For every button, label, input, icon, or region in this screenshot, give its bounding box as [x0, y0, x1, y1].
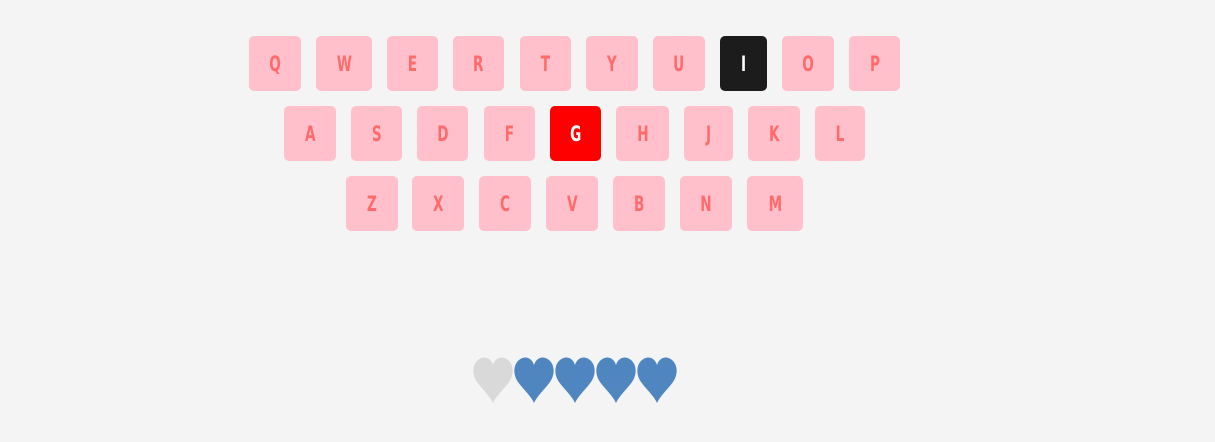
- key-j[interactable]: J: [684, 106, 733, 161]
- key-h[interactable]: H: [616, 106, 669, 161]
- key-label: E: [407, 51, 418, 76]
- hangman-game: Q W E R T Y U I O P A S D F G H J K L Z X C V B N M: [0, 0, 1215, 442]
- key-x[interactable]: X: [412, 176, 464, 231]
- key-v[interactable]: V: [546, 176, 598, 231]
- key-c[interactable]: C: [479, 176, 531, 231]
- key-label: N: [700, 191, 712, 216]
- key-label: H: [636, 121, 649, 146]
- key-i[interactable]: I: [720, 36, 767, 91]
- key-b[interactable]: B: [613, 176, 665, 231]
- key-s[interactable]: S: [351, 106, 402, 161]
- key-k[interactable]: K: [748, 106, 800, 161]
- key-label: U: [673, 51, 685, 76]
- key-label: P: [869, 51, 880, 76]
- heart-icon-lost: [472, 356, 514, 404]
- key-label: W: [336, 51, 352, 76]
- key-z[interactable]: Z: [346, 176, 398, 231]
- key-label: X: [432, 191, 444, 216]
- key-t[interactable]: T: [520, 36, 571, 91]
- key-label: V: [566, 191, 578, 216]
- key-label: F: [504, 121, 515, 146]
- key-label: J: [705, 121, 712, 146]
- heart-icon: [513, 356, 555, 404]
- key-r[interactable]: R: [453, 36, 504, 91]
- heart-icon: [595, 356, 637, 404]
- key-o[interactable]: O: [782, 36, 834, 91]
- heart-icon: [636, 356, 678, 404]
- key-label: S: [371, 121, 382, 146]
- key-u[interactable]: U: [653, 36, 705, 91]
- key-q[interactable]: Q: [249, 36, 301, 91]
- key-label: M: [768, 191, 782, 216]
- key-y[interactable]: Y: [586, 36, 638, 91]
- key-label: L: [835, 121, 845, 146]
- key-g[interactable]: G: [550, 106, 601, 161]
- key-label: T: [540, 51, 551, 76]
- key-label: K: [768, 121, 780, 146]
- key-l[interactable]: L: [815, 106, 865, 161]
- key-label: Q: [269, 51, 281, 76]
- key-d[interactable]: D: [417, 106, 468, 161]
- key-label: Y: [607, 51, 617, 76]
- key-label: O: [802, 51, 814, 76]
- key-label: R: [473, 51, 484, 76]
- key-a[interactable]: A: [284, 106, 336, 161]
- key-label: I: [740, 51, 747, 76]
- key-label: G: [569, 121, 582, 146]
- key-label: C: [500, 191, 510, 216]
- heart-icon: [554, 356, 596, 404]
- key-n[interactable]: N: [680, 176, 732, 231]
- key-f[interactable]: F: [484, 106, 535, 161]
- key-w[interactable]: W: [316, 36, 372, 91]
- key-p[interactable]: P: [849, 36, 900, 91]
- lives-indicator: [472, 356, 682, 406]
- key-label: A: [304, 121, 316, 146]
- key-e[interactable]: E: [387, 36, 438, 91]
- key-label: B: [633, 191, 645, 216]
- key-label: D: [436, 121, 449, 146]
- key-m[interactable]: M: [747, 176, 803, 231]
- key-label: Z: [367, 191, 377, 216]
